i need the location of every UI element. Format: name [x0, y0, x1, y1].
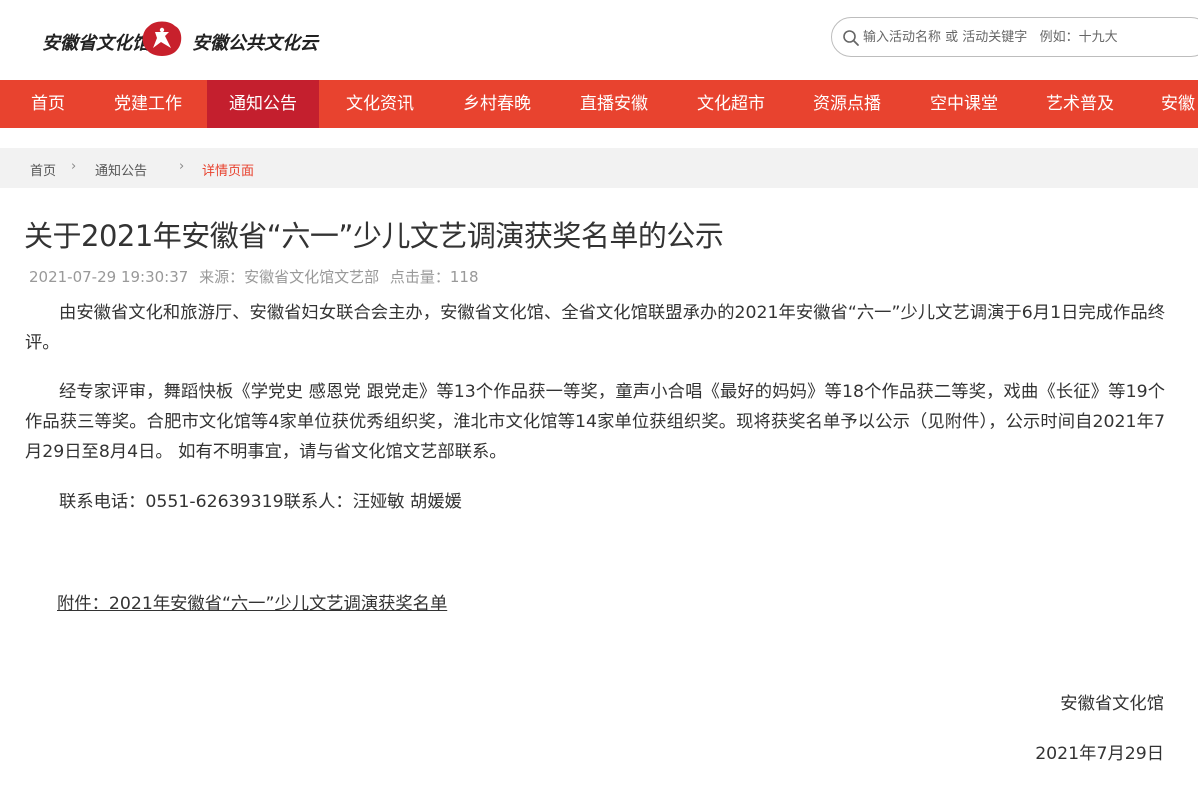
article-source: 来源：安徽省文化馆文艺部	[199, 268, 380, 286]
nav-item-party-building[interactable]: 党建工作	[96, 80, 200, 128]
nav-item-live-anhui[interactable]: 直播安徽	[558, 80, 670, 128]
article-title: 关于2021年安徽省“六一”少儿文艺调演获奖名单的公示	[24, 219, 724, 253]
site-logo-cloud-text[interactable]: 安徽公共文化云	[192, 29, 318, 55]
article-paragraph: 经专家评审，舞蹈快板《学党史 感恩党 跟党走》等13个作品获一等奖，童声小合唱《…	[25, 382, 1165, 462]
contact-info: 联系电话：0551-62639319联系人：汪娅敏 胡媛媛	[59, 492, 462, 512]
breadcrumb-separator: ›	[179, 159, 185, 174]
nav-item-home[interactable]: 首页	[0, 80, 96, 128]
nav-item-art-popularization[interactable]: 艺术普及	[1024, 80, 1136, 128]
breadcrumb-notices[interactable]: 通知公告	[95, 160, 147, 179]
search-icon[interactable]	[842, 29, 860, 47]
site-logo-text[interactable]: 安徽省文化馆	[42, 29, 150, 55]
signature-organization: 安徽省文化馆	[1060, 694, 1164, 714]
nav-item-culture-news[interactable]: 文化资讯	[324, 80, 436, 128]
nav-item-air-classroom[interactable]: 空中课堂	[908, 80, 1020, 128]
logo-emblem-icon[interactable]	[141, 20, 183, 60]
article-meta: 2021-07-29 19:30:37 来源：安徽省文化馆文艺部 点击量：118	[29, 266, 485, 287]
breadcrumb-separator: ›	[71, 159, 77, 174]
nav-item-notices[interactable]: 通知公告	[207, 80, 319, 128]
search-box[interactable]	[831, 17, 1198, 57]
search-input[interactable]	[863, 27, 1193, 47]
attachment-link[interactable]: 附件：2021年安徽省“六一”少儿文艺调演获奖名单	[57, 589, 447, 614]
article-paragraph: 由安徽省文化和旅游厅、安徽省妇女联合会主办，安徽省文化馆、全省文化馆联盟承办的2…	[25, 303, 1165, 353]
nav-item-anhui[interactable]: 安徽	[1141, 80, 1198, 128]
breadcrumb: 首页 › 通知公告 › 详情页面	[0, 148, 1198, 188]
hit-count: 点击量：118	[389, 268, 479, 286]
signature-date: 2021年7月29日	[1035, 744, 1164, 764]
nav-item-resource-vod[interactable]: 资源点播	[791, 80, 903, 128]
breadcrumb-current: 详情页面	[202, 164, 255, 179]
main-nav: 首页 党建工作 通知公告 文化资讯 乡村春晚 直播安徽 文化超市 资源点播 空中…	[0, 80, 1198, 128]
breadcrumb-home[interactable]: 首页	[30, 160, 56, 179]
site-header: 安徽省文化馆 安徽公共文化云	[0, 0, 1198, 80]
nav-item-culture-market[interactable]: 文化超市	[675, 80, 787, 128]
publish-time: 2021-07-29 19:30:37	[29, 268, 189, 286]
nav-item-village-gala[interactable]: 乡村春晚	[441, 80, 553, 128]
